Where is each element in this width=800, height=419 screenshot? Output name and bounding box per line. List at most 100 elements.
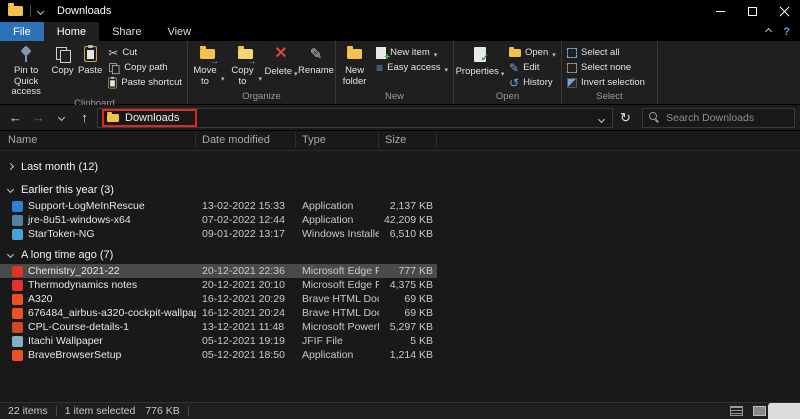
dropdown-icon (221, 71, 225, 83)
column-header-name[interactable]: Name (0, 133, 196, 148)
paste-icon (84, 44, 97, 64)
large-icons-view-button[interactable] (753, 406, 766, 416)
cut-icon (108, 47, 118, 59)
group-header-last-month[interactable]: Last month (12) (0, 157, 800, 176)
details-view-button[interactable] (730, 406, 743, 416)
new-item-button[interactable]: New item (372, 45, 452, 60)
copy-to-button[interactable]: Copy to (227, 42, 265, 91)
dropdown-icon (444, 62, 448, 74)
open-icon (509, 49, 521, 57)
column-header-row: Name Date modified Type Size (0, 131, 800, 151)
paste-button[interactable]: Paste (76, 42, 104, 98)
group-header-a-long-time-ago[interactable]: A long time ago (7) (0, 245, 800, 264)
properties-icon (474, 44, 486, 64)
search-input[interactable] (666, 112, 788, 124)
application-icon (12, 215, 23, 226)
chevron-down-icon (598, 115, 605, 122)
minimize-icon (716, 11, 725, 12)
file-row[interactable]: CPL-Course-details-1 13-12-2021 11:48 Mi… (0, 320, 437, 334)
edit-icon (509, 62, 519, 74)
tab-share[interactable]: Share (99, 22, 154, 41)
address-bar[interactable]: Downloads (97, 108, 613, 128)
rename-button[interactable]: Rename (298, 42, 334, 91)
pin-to-quick-access-button[interactable]: Pin to Quick access (3, 42, 49, 98)
column-header-date-modified[interactable]: Date modified (196, 133, 296, 148)
chevron-right-icon (7, 163, 14, 170)
help-icon[interactable] (783, 25, 790, 38)
selection-count: 1 item selected (65, 405, 136, 417)
search-box[interactable] (642, 108, 795, 128)
item-count: 22 items (8, 405, 48, 417)
pdf-icon (12, 266, 23, 277)
refresh-button[interactable] (615, 108, 636, 128)
history-button[interactable]: History (505, 75, 560, 90)
search-icon (649, 112, 660, 123)
select-all-button[interactable]: Select all (563, 45, 649, 60)
dropdown-icon (294, 66, 298, 78)
file-row[interactable]: A320 16-12-2021 20:29 Brave HTML Docu...… (0, 292, 437, 306)
paste-shortcut-button[interactable]: Paste shortcut (104, 75, 186, 90)
address-path: Downloads (125, 112, 179, 124)
file-list: Last month (12) Earlier this year (3) Su… (0, 151, 800, 402)
window-controls (704, 0, 800, 22)
navigation-bar: Downloads (0, 105, 800, 131)
file-row[interactable]: Itachi Wallpaper 05-12-2021 19:19 JFIF F… (0, 334, 437, 348)
file-row[interactable]: Thermodynamics notes 20-12-2021 20:10 Mi… (0, 278, 437, 292)
dropdown-icon (552, 47, 556, 59)
cut-button[interactable]: Cut (104, 45, 186, 60)
file-row[interactable]: BraveBrowserSetup 05-12-2021 18:50 Appli… (0, 348, 437, 362)
chevron-down-icon (7, 186, 14, 193)
dropdown-icon (258, 71, 262, 83)
new-folder-icon (347, 44, 362, 64)
delete-button[interactable]: Delete (264, 42, 298, 91)
application-icon (12, 201, 23, 212)
group-label-select: Select (563, 91, 656, 104)
file-row[interactable]: jre-8u51-windows-x64 07-02-2022 12:44 Ap… (0, 213, 437, 227)
file-row[interactable]: Support-LogMeInRescue 13-02-2022 15:33 A… (0, 199, 437, 213)
back-button[interactable] (5, 108, 26, 128)
tab-view[interactable]: View (154, 22, 204, 41)
ribbon-group-organize: Move to Copy to Delete Rename Organize (188, 41, 336, 104)
installer-icon (12, 229, 23, 240)
powerpoint-icon (12, 322, 23, 333)
pin-icon (19, 44, 33, 64)
minimize-ribbon-icon[interactable] (765, 28, 772, 35)
group-header-earlier-this-year[interactable]: Earlier this year (3) (0, 180, 800, 199)
up-button[interactable] (74, 108, 95, 128)
file-row-selected[interactable]: Chemistry_2021-22 20-12-2021 22:36 Micro… (0, 264, 437, 278)
maximize-icon (748, 7, 757, 16)
address-dropdown-button[interactable] (595, 109, 608, 127)
move-to-button[interactable]: Move to (189, 42, 227, 91)
properties-button[interactable]: Properties (455, 42, 505, 91)
copy-button[interactable]: Copy (49, 42, 76, 98)
copy-path-icon (109, 62, 120, 73)
address-annotation-box: Downloads (102, 109, 197, 127)
edit-button[interactable]: Edit (505, 60, 560, 75)
application-icon (12, 350, 23, 361)
open-button[interactable]: Open (505, 45, 560, 60)
select-all-icon (567, 48, 577, 58)
tab-home[interactable]: Home (44, 22, 99, 41)
close-button[interactable] (768, 0, 800, 22)
file-row[interactable]: StarToken-NG 09-01-2022 13:17 Windows In… (0, 227, 437, 241)
invert-selection-button[interactable]: Invert selection (563, 75, 649, 90)
copy-icon (55, 44, 71, 64)
forward-button[interactable] (28, 108, 49, 128)
column-header-type[interactable]: Type (296, 133, 379, 148)
copy-path-button[interactable]: Copy path (104, 60, 186, 75)
ribbon: Pin to Quick access Copy Paste Cut (0, 41, 800, 105)
minimize-button[interactable] (704, 0, 736, 22)
recent-locations-button[interactable] (51, 108, 72, 128)
html-document-icon (12, 308, 23, 319)
maximize-button[interactable] (736, 0, 768, 22)
tab-file[interactable]: File (0, 22, 44, 41)
ribbon-group-new: New folder New item Easy access New (336, 41, 454, 104)
new-folder-button[interactable]: New folder (337, 42, 372, 91)
selection-size: 776 KB (145, 405, 179, 417)
group-label-open: Open (455, 91, 560, 104)
quick-access-toolbar-chevron-icon[interactable] (37, 7, 44, 14)
select-none-button[interactable]: Select none (563, 60, 649, 75)
file-row[interactable]: 676484_airbus-a320-cockpit-wallpapers_..… (0, 306, 437, 320)
column-header-size[interactable]: Size (379, 133, 437, 148)
ribbon-group-select: Select all Select none Invert selection … (562, 41, 658, 104)
